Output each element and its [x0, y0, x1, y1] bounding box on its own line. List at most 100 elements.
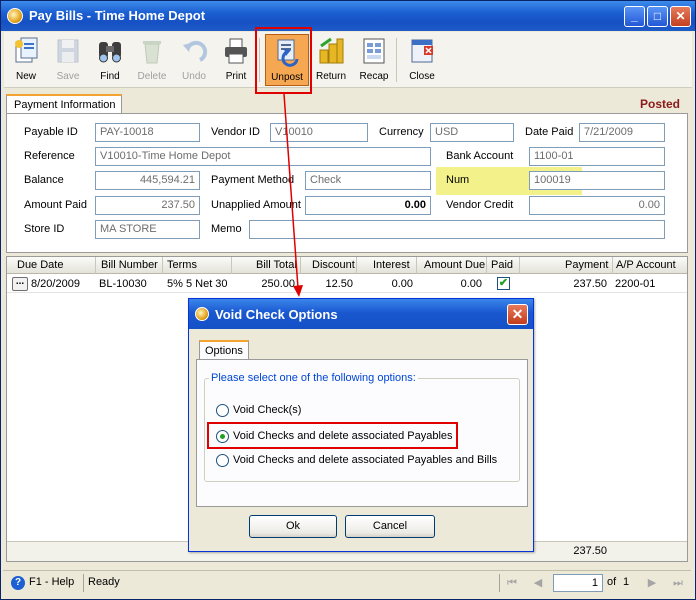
tab-payment-information[interactable]: Payment Information [6, 94, 122, 114]
cell-interest: 0.00 [391, 278, 413, 290]
option-void-delete-payables-bills-label[interactable]: Void Checks and delete associated Payabl… [233, 454, 497, 466]
minimize-button[interactable]: _ [624, 6, 645, 27]
print-label: Print [225, 71, 247, 82]
payable-id-label: Payable ID [24, 126, 78, 138]
status-separator [83, 574, 84, 592]
vendor-id-label: Vendor ID [211, 126, 260, 138]
cell-bill-number: BL-10030 [99, 278, 147, 290]
status-separator [499, 574, 500, 592]
undo-label: Undo [182, 71, 206, 82]
currency-label: Currency [379, 126, 424, 138]
column-divider [231, 257, 232, 274]
cell-ap-account: 2200-01 [615, 278, 656, 290]
store-id-field[interactable]: MA STORE [95, 220, 200, 239]
payable-id-field[interactable]: PAY-10018 [95, 123, 200, 142]
options-group-label: Please select one of the following optio… [209, 372, 418, 384]
recap-button[interactable]: Recap [352, 34, 396, 86]
col-payment[interactable]: Payment [565, 259, 608, 271]
bank-account-label: Bank Account [446, 150, 514, 162]
col-due-date[interactable]: Due Date [17, 259, 63, 271]
toolbar: New Save Find Delete Undo Print Unpost R… [4, 32, 692, 88]
close-window-button[interactable]: ✕ [670, 6, 691, 27]
column-divider [95, 257, 96, 274]
status-badge: Posted [639, 97, 680, 111]
return-icon [319, 37, 344, 64]
dialog-close-button[interactable]: ✕ [507, 304, 528, 325]
col-bill-total[interactable]: Bill Total [256, 259, 297, 271]
col-interest[interactable]: Interest [373, 259, 410, 271]
col-bill-number[interactable]: Bill Number [101, 259, 158, 271]
amount-paid-field[interactable]: 237.50 [95, 196, 200, 215]
undo-icon [183, 40, 208, 62]
save-label: Save [56, 71, 80, 82]
delete-button[interactable]: Delete [130, 34, 174, 86]
cell-bill-total: 250.00 [261, 278, 295, 290]
help-label[interactable]: F1 - Help [29, 576, 74, 588]
col-paid[interactable]: Paid [491, 259, 513, 271]
dialog-title-bar: Void Check Options ✕ [189, 299, 533, 329]
undo-button[interactable]: Undo [172, 34, 216, 86]
new-button[interactable]: New [4, 34, 48, 86]
app-icon [7, 8, 23, 24]
close-doc-label: Close [409, 71, 435, 82]
vendor-credit-label: Vendor Credit [446, 199, 514, 211]
status-text: Ready [88, 576, 120, 588]
cell-discount: 12.50 [325, 278, 353, 290]
column-divider [356, 257, 357, 274]
cancel-button[interactable]: Cancel [345, 515, 435, 538]
delete-icon [143, 41, 161, 64]
paid-checkbox[interactable]: ✔ [497, 277, 510, 290]
prev-page-icon[interactable]: ◀ [531, 576, 545, 590]
total-pages: 1 [623, 576, 630, 588]
table-row[interactable]: ... 8/20/2009 BL-10030 5% 5 Net 30 250.0… [7, 275, 687, 293]
balance-field[interactable]: 445,594.21 [95, 171, 200, 190]
close-doc-icon [411, 39, 433, 63]
col-discount[interactable]: Discount [312, 259, 355, 271]
col-ap-account[interactable]: A/P Account [616, 259, 676, 271]
radio-void-checks[interactable] [216, 404, 229, 417]
bank-account-field[interactable]: 1100-01 [529, 147, 665, 166]
date-paid-field[interactable]: 7/21/2009 [579, 123, 665, 142]
find-button[interactable]: Find [88, 34, 132, 86]
print-button[interactable]: Print [214, 34, 258, 86]
unapplied-amount-field[interactable]: 0.00 [305, 196, 431, 215]
save-icon [57, 39, 79, 63]
window-title: Pay Bills - Time Home Depot [29, 8, 206, 23]
page-number-input[interactable]: 1 [553, 574, 603, 592]
vendor-id-field[interactable]: V10010 [270, 123, 368, 142]
maximize-button[interactable]: □ [647, 6, 668, 27]
cell-payment: 237.50 [573, 278, 607, 290]
return-button[interactable]: Return [309, 34, 353, 86]
radio-void-delete-payables-bills[interactable] [216, 454, 229, 467]
payment-method-label: Payment Method [211, 174, 295, 186]
cell-due-date: 8/20/2009 [31, 278, 80, 290]
tab-options[interactable]: Options [199, 340, 249, 360]
column-divider [519, 257, 520, 274]
memo-field[interactable] [249, 220, 665, 239]
payment-method-field[interactable]: Check [305, 171, 431, 190]
help-icon[interactable]: ? [11, 576, 25, 590]
row-lookup-button[interactable]: ... [12, 277, 28, 291]
currency-field[interactable]: USD [430, 123, 514, 142]
grid-header: Due Date Bill Number Terms Bill Total Di… [7, 257, 687, 274]
num-label: Num [446, 174, 470, 186]
vendor-credit-field[interactable]: 0.00 [529, 196, 665, 215]
return-label: Return [315, 71, 346, 82]
of-label: of [607, 576, 617, 588]
save-button[interactable]: Save [46, 34, 90, 86]
close-doc-button[interactable]: Close [400, 34, 444, 86]
col-terms[interactable]: Terms [167, 259, 197, 271]
first-page-icon[interactable]: ⏮ [505, 576, 519, 590]
option-void-checks-label[interactable]: Void Check(s) [233, 404, 301, 416]
next-page-icon[interactable]: ▶ [645, 576, 659, 590]
ok-button[interactable]: Ok [249, 515, 337, 538]
col-amount-due[interactable]: Amount Due [424, 259, 485, 271]
last-page-icon[interactable]: ⏭ [671, 576, 685, 590]
store-id-label: Store ID [24, 223, 65, 235]
date-paid-label: Date Paid [525, 126, 574, 138]
delete-label: Delete [137, 71, 167, 82]
toolbar-separator [396, 38, 397, 82]
new-icon [15, 37, 38, 63]
num-field[interactable]: 100019 [529, 171, 665, 190]
reference-field[interactable]: V10010-Time Home Depot [95, 147, 431, 166]
